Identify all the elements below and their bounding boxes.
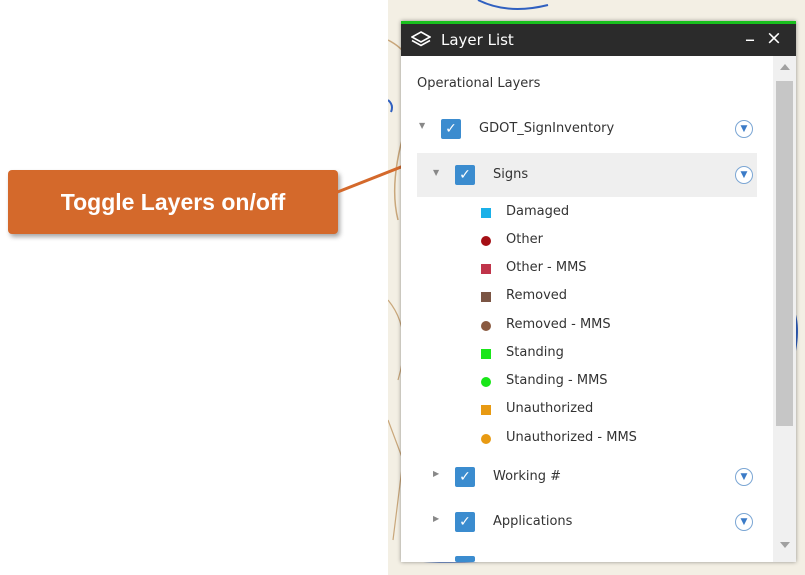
checkmark-icon: ✓	[459, 167, 471, 183]
layer-label: Applications	[493, 514, 573, 529]
layer-row-gdot-signinventory[interactable]: ▼ ✓ GDOT_SignInventory ▼	[401, 109, 773, 149]
scroll-down-icon[interactable]	[780, 542, 790, 548]
layer-checkbox[interactable]: ✓	[455, 512, 475, 532]
layer-options-button[interactable]: ▼	[735, 120, 753, 138]
layer-label: Working #	[493, 469, 562, 484]
layer-checkbox[interactable]: ✓	[455, 165, 475, 185]
scrollbar-thumb[interactable]	[776, 81, 793, 426]
legend-symbol	[481, 377, 491, 387]
minimize-button[interactable]: –	[741, 27, 759, 51]
legend-symbol	[481, 264, 491, 274]
legend-symbol	[481, 321, 491, 331]
layers-icon	[411, 31, 431, 47]
layer-options-button[interactable]: ▼	[735, 468, 753, 486]
layer-options-button[interactable]: ▼	[735, 513, 753, 531]
layer-row-working[interactable]: ▶ ✓ Working # ▼	[401, 456, 773, 496]
layer-checkbox[interactable]: ✓	[455, 467, 475, 487]
chevron-down-circle-icon: ▼	[740, 170, 748, 180]
legend-symbol	[481, 349, 491, 359]
layer-list-panel: Layer List – × Operational Layers ▼ ✓ GD…	[401, 21, 796, 562]
legend-label: Other	[506, 232, 543, 247]
legend-label: Standing - MMS	[506, 373, 608, 388]
legend-symbol	[481, 434, 491, 444]
layer-label: GDOT_SignInventory	[479, 121, 615, 136]
checkmark-icon: ✓	[445, 121, 457, 137]
legend-label: Removed	[506, 288, 568, 303]
layer-checkbox[interactable]: ✓	[441, 119, 461, 139]
triangle-right-icon[interactable]: ▶	[433, 514, 439, 523]
panel-title: Layer List	[441, 31, 514, 49]
callout-text: Toggle Layers on/off	[60, 188, 286, 215]
chevron-down-circle-icon: ▼	[740, 517, 748, 527]
legend-label: Damaged	[506, 204, 570, 219]
close-button[interactable]: ×	[764, 27, 784, 49]
triangle-right-icon[interactable]: ▶	[433, 469, 439, 478]
triangle-down-icon[interactable]: ▼	[433, 168, 439, 177]
legend-label: Unauthorized	[506, 401, 594, 416]
chevron-down-circle-icon: ▼	[740, 124, 748, 134]
legend-symbol	[481, 292, 491, 302]
callout-box: Toggle Layers on/off	[8, 170, 338, 234]
checkmark-icon: ✓	[459, 469, 471, 485]
layer-label: Signs	[493, 167, 529, 182]
layer-options-button[interactable]: ▼	[735, 166, 753, 184]
chevron-down-circle-icon: ▼	[740, 472, 748, 482]
panel-header: Layer List – ×	[401, 24, 796, 56]
legend-label: Standing	[506, 345, 564, 360]
layer-row-partial[interactable]	[401, 551, 773, 562]
legend-symbol	[481, 405, 491, 415]
legend-symbol	[481, 208, 491, 218]
layer-checkbox[interactable]	[455, 556, 475, 562]
legend-symbol	[481, 236, 491, 246]
layer-row-applications[interactable]: ▶ ✓ Applications ▼	[401, 501, 773, 541]
scroll-up-icon[interactable]	[780, 64, 790, 70]
checkmark-icon: ✓	[459, 514, 471, 530]
scrollbar[interactable]	[773, 56, 796, 562]
layer-row-signs[interactable]: ▼ ✓ Signs ▼	[417, 153, 757, 197]
legend-label: Removed - MMS	[506, 317, 611, 332]
triangle-down-icon[interactable]: ▼	[419, 121, 425, 130]
section-title: Operational Layers	[417, 76, 541, 91]
legend-label: Other - MMS	[506, 260, 587, 275]
legend-label: Unauthorized - MMS	[506, 430, 637, 445]
